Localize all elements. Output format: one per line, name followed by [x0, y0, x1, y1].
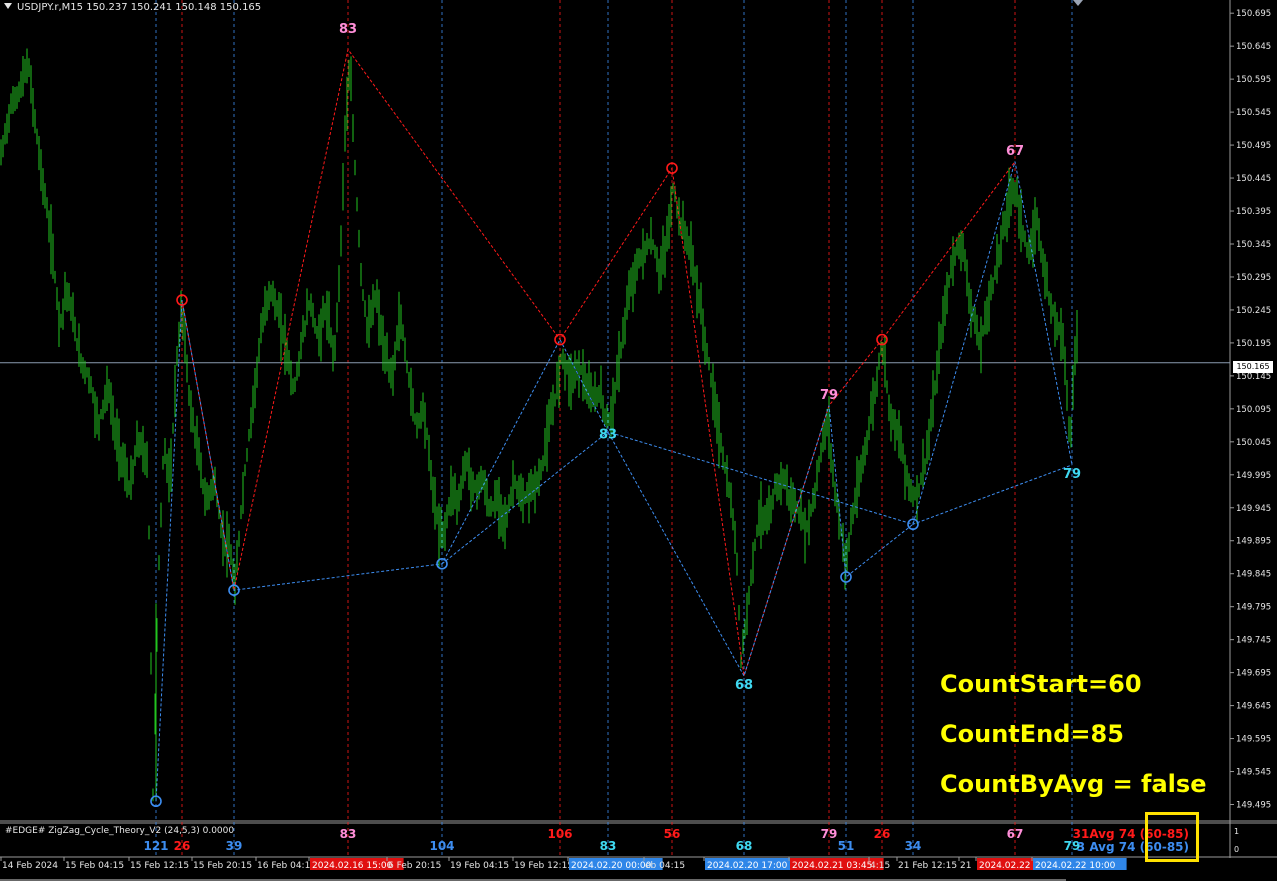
setting-count-by-avg: CountByAvg = false	[940, 770, 1207, 798]
time-label: 4:15	[870, 861, 890, 871]
y-tick-label: 150.695	[1236, 9, 1271, 19]
cycle-count-label: 79	[820, 388, 838, 403]
time-label: 2024.02.22	[979, 861, 1031, 871]
indicator-count-label: 79	[821, 827, 838, 841]
time-label: 6 Feb 20:15	[388, 861, 441, 871]
y-tick-label: 149.895	[1236, 537, 1271, 547]
indicator-count-label: 67	[1007, 827, 1024, 841]
y-tick-label: 149.945	[1236, 504, 1271, 514]
time-label: 2024.02.20 17:00	[707, 861, 788, 871]
candle-group	[0, 48, 1078, 802]
y-tick-label: 150.395	[1236, 207, 1271, 217]
time-label: 15 Feb 20:15	[193, 861, 252, 871]
y-tick-label: 149.695	[1236, 669, 1271, 679]
time-label: 21 Feb 12:15	[898, 861, 957, 871]
indicator-count-label: 34	[905, 839, 922, 853]
indicator-count-label: 51	[838, 839, 855, 853]
y-tick-label: 150.495	[1236, 141, 1271, 151]
time-label: 2024.02.20 00:00	[571, 861, 652, 871]
time-label: 2024.02.21 03:45	[792, 861, 872, 871]
current-price-marker: 150.165	[1233, 361, 1273, 373]
y-tick-label: 150.295	[1236, 273, 1271, 283]
y-tick-label: 150.595	[1236, 75, 1271, 85]
time-label: 15 Feb 04:15	[65, 861, 124, 871]
cycle-count-label: 83	[339, 22, 357, 37]
time-label: 15 Feb 12:15	[130, 861, 189, 871]
y-tick-label: 150.145	[1236, 372, 1271, 382]
symbol-label: USDJPY.r,M15 150.237 150.241 150.148 150…	[17, 2, 262, 13]
y-tick-label: 149.495	[1236, 801, 1271, 811]
time-label: 2024.02.16 15:00	[312, 861, 393, 871]
dropdown-arrow-icon[interactable]	[4, 3, 12, 9]
y-tick-label: 149.545	[1236, 768, 1271, 778]
y-tick-label: 149.645	[1236, 702, 1271, 712]
y-tick-label: 149.845	[1236, 570, 1271, 580]
y-tick-label: 149.745	[1236, 636, 1271, 646]
time-label: 2024.02.22 10:00	[1035, 861, 1116, 871]
zigzag-blue-trend-line	[441, 431, 1073, 565]
indicator-count-label: 83	[600, 839, 617, 853]
cycle-count-label: 68	[735, 678, 753, 693]
y-tick-label: 150.195	[1236, 339, 1271, 349]
time-label: 14 Feb 2024	[2, 861, 58, 871]
indicator-title: #EDGE# ZigZag_Cycle_Theory_V2 (24,5,3) 0…	[5, 826, 235, 836]
y-tick-label: 150.345	[1236, 240, 1271, 250]
y-tick-label: 150.095	[1236, 405, 1271, 415]
indicator-count-label: 39	[226, 839, 243, 853]
indicator-count-label: 121	[143, 839, 168, 853]
time-label: eb 04:15	[645, 861, 685, 871]
indicator-count-label: 26	[174, 839, 191, 853]
time-label: 16 Feb 04:1	[257, 861, 310, 871]
cycle-count-label: 79	[1063, 467, 1081, 482]
indicator-count-label: 104	[429, 839, 454, 853]
y-tick-label: 149.595	[1236, 735, 1271, 745]
chart-window: 83 79 67 83 68 79 150.695 150.645 150.595 150.545…	[0, 0, 1277, 881]
indicator-count-label: 106	[547, 827, 572, 841]
indicator-scale-label: 0	[1234, 845, 1239, 854]
y-tick-label: 150.245	[1236, 306, 1271, 316]
indicator-count-label: 83	[340, 827, 357, 841]
time-label: 19 Feb 12:15	[514, 861, 573, 871]
cycle-count-label: 83	[599, 428, 617, 443]
chart-shift-icon[interactable]	[1073, 0, 1083, 6]
y-tick-label: 150.545	[1236, 108, 1271, 118]
price-chart[interactable]: 83 79 67 83 68 79 150.695 150.645 150.595 150.545…	[0, 0, 1277, 881]
setting-count-start: CountStart=60	[940, 670, 1142, 698]
setting-count-end: CountEnd=85	[940, 720, 1124, 748]
y-tick-label: 149.995	[1236, 471, 1271, 481]
indicator-scale-label: 1	[1234, 827, 1239, 836]
average-highlight-box	[1145, 812, 1199, 862]
y-tick-label: 150.045	[1236, 438, 1271, 448]
cycle-count-label: 67	[1006, 144, 1024, 159]
indicator-count-label: 56	[664, 827, 681, 841]
y-tick-label: 150.445	[1236, 174, 1271, 184]
y-tick-label: 150.645	[1236, 42, 1271, 52]
indicator-count-label: 68	[736, 839, 753, 853]
time-label: 21	[960, 861, 971, 871]
indicator-count-label: 26	[874, 827, 891, 841]
y-tick-label: 149.795	[1236, 603, 1271, 613]
time-label: 19 Feb 04:15	[450, 861, 509, 871]
